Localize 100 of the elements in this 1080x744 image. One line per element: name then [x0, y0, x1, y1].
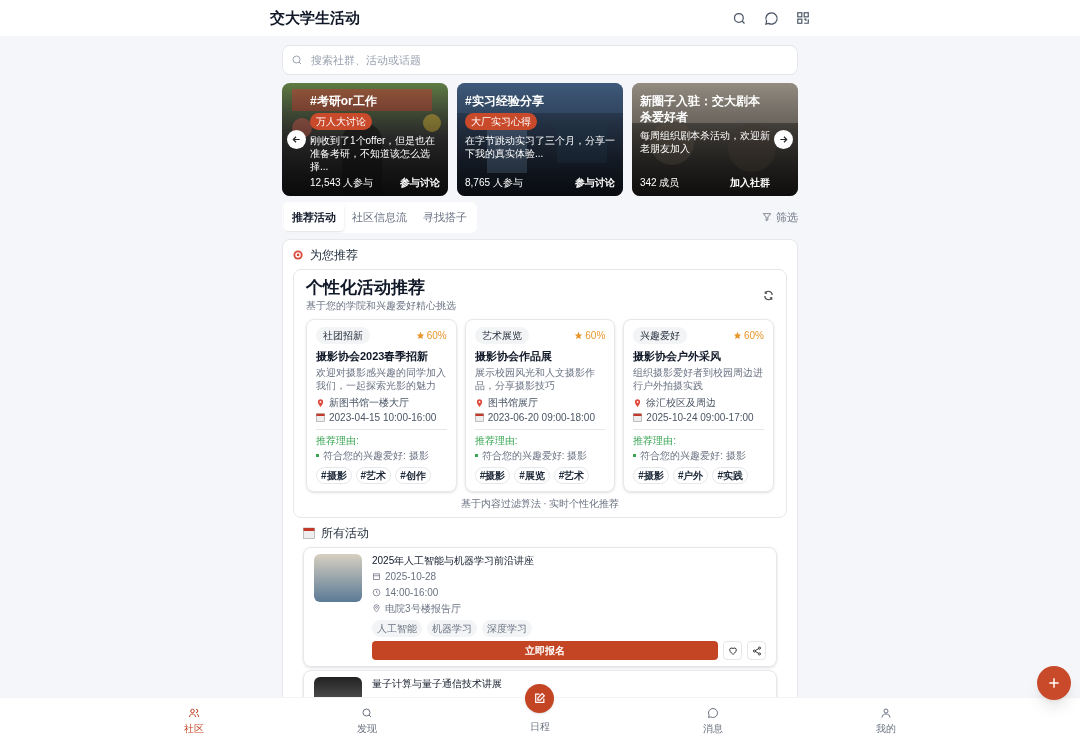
nav-tab[interactable]: 发现	[357, 698, 378, 744]
activity-date: 2025-10-28	[385, 570, 437, 584]
arrow-left-icon	[291, 134, 302, 145]
banner-badge: 万人大讨论	[310, 113, 372, 130]
calendar-icon	[303, 527, 315, 539]
filter-icon	[762, 212, 772, 223]
tab[interactable]: 社区信息流	[344, 204, 415, 231]
qr-code-icon[interactable]	[796, 11, 810, 25]
heart-icon	[727, 645, 738, 656]
banner-text: 刚收到了1个offer，但是也在准备考研，不知道该怎么选择...	[310, 134, 437, 173]
activity-card[interactable]: 艺术展览 60% 摄影协会作品展 展示校园风光和人文摄影作品，分享摄影技巧 图书馆展厅 2023-06-20 09:00-18:00 推荐理由: 符合您的兴趣爱好: 摄影 #摄影 #展览 #艺术	[464, 318, 616, 492]
calendar-icon	[633, 413, 643, 422]
topic-tag[interactable]: 深度学习	[482, 620, 532, 637]
search-icon	[361, 707, 374, 719]
location-pin-icon	[372, 604, 381, 613]
category-tag: 艺术展览	[474, 326, 529, 344]
chat-bubble-icon	[706, 707, 719, 719]
activity-card[interactable]: 兴趣爱好 60% 摄影协会户外采风 组织摄影爱好者到校园周边进行户外拍摄实践 徐汇校区及周边 2025-10-24 09:00-17:00 推荐理由: 符合您的兴趣爱好: 摄影 #摄影 #户外 #实践	[623, 318, 774, 492]
bullet-icon	[316, 454, 319, 457]
activity-title: 量子计算与量子通信技术讲展	[372, 677, 503, 691]
tab[interactable]: 推荐活动	[284, 204, 344, 231]
filter-button[interactable]: 筛选	[762, 209, 798, 226]
calendar-icon	[474, 413, 484, 422]
section-heading: 所有活动	[321, 525, 369, 542]
edit-icon	[533, 692, 547, 705]
banner-action-link[interactable]: 加入社群	[730, 175, 770, 190]
arrow-right-icon	[778, 134, 789, 145]
chat-bubble-icon[interactable]	[764, 10, 779, 26]
activity-title: 2025年人工智能与机器学习前沿讲座	[372, 554, 536, 568]
activity-time: 14:00-16:00	[385, 586, 439, 600]
app-title: 交大学生活动	[270, 7, 360, 28]
activity-location: 图书馆展厅	[487, 396, 538, 410]
card-subtitle: 基于您的学院和兴趣爱好精心挑选	[306, 298, 456, 313]
star-icon	[574, 330, 584, 340]
topic-tag[interactable]: 人工智能	[372, 620, 422, 637]
star-icon	[415, 330, 425, 340]
activity-title: 摄影协会户外采风	[633, 348, 723, 364]
reason-label: 推荐理由:	[633, 434, 678, 448]
banner-badge: 大厂实习心得	[465, 113, 537, 130]
banner-title: 新圈子入驻：交大剧本杀爱好者	[640, 93, 761, 125]
reason-label: 推荐理由:	[474, 434, 519, 448]
banner-text: 在字节跳动实习了三个月，分享一下我的真实体验...	[465, 134, 615, 160]
reason-text: 符合您的兴趣爱好: 摄影	[481, 449, 588, 463]
photo-placeholder	[314, 554, 362, 602]
activity-location: 徐汇校区及周边	[646, 396, 717, 410]
add-button[interactable]	[1037, 666, 1071, 700]
match-score: 60%	[733, 327, 764, 343]
location-pin-icon	[633, 397, 643, 408]
match-score: 60%	[415, 327, 447, 343]
people-icon	[188, 707, 201, 719]
location-pin-icon	[316, 397, 325, 408]
participant-count: 8,765 人参与	[465, 176, 523, 190]
match-score: 60%	[574, 327, 606, 343]
banner-card[interactable]: #考研or工作 万人大讨论 刚收到了1个offer，但是也在准备考研，不知道该怎么选择... 12,543 人参与 参与讨论	[282, 83, 448, 196]
banner-action-link[interactable]: 参与讨论	[575, 175, 615, 190]
activity-card[interactable]: 2025年人工智能与机器学习前沿讲座 2025-10-28 14:00-16:00 电院3号楼报告厅 人工智能 机器学习 深度学习 立即报名	[303, 547, 777, 667]
activity-description: 展示校园风光和人文摄影作品，分享摄影技巧	[474, 366, 596, 392]
category-tag: 社团招新	[316, 326, 370, 344]
nav-tab[interactable]: 社区	[184, 698, 205, 744]
activity-description: 欢迎对摄影感兴趣的同学加入我们，一起探索光影的魅力	[316, 366, 447, 392]
activity-time: 2025-10-24 09:00-17:00	[646, 411, 754, 425]
bullet-icon	[474, 454, 478, 457]
nav-tab[interactable]: 消息	[702, 698, 723, 744]
share-button[interactable]	[747, 641, 766, 660]
card-title: 个性化活动推荐	[306, 277, 426, 298]
star-icon	[733, 330, 742, 340]
banner-card[interactable]: #实习经验分享 大厂实习心得 在字节跳动实习了三个月，分享一下我的真实体验... 8,765 人参与 参与讨论	[457, 83, 623, 196]
plus-icon	[1047, 676, 1061, 690]
activity-location: 新图书馆一楼大厅	[329, 396, 409, 410]
banner-title: #实习经验分享	[465, 93, 544, 109]
share-icon	[751, 645, 762, 656]
activity-place: 电院3号楼报告厅	[385, 602, 461, 616]
activity-time: 2023-06-20 09:00-18:00	[487, 411, 595, 425]
tab[interactable]: 寻找搭子	[415, 204, 475, 231]
user-icon	[879, 707, 892, 719]
section-heading: 为您推荐	[310, 246, 358, 264]
location-pin-icon	[474, 397, 484, 408]
banner-card[interactable]: 新圈子入驻：交大剧本杀爱好者 每周组织剧本杀活动，欢迎新老朋友加入 342 成员 加入社群	[632, 83, 798, 196]
participant-count: 342 成员	[640, 176, 680, 190]
refresh-icon[interactable]	[763, 289, 774, 301]
bullet-icon	[633, 454, 637, 457]
favorite-button[interactable]	[723, 641, 742, 660]
register-button[interactable]: 立即报名	[372, 641, 718, 660]
banner-title: #考研or工作	[310, 93, 377, 109]
activity-time: 2023-04-15 10:00-16:00	[329, 411, 437, 425]
search-icon[interactable]	[732, 10, 747, 26]
target-icon	[293, 249, 304, 260]
activity-card[interactable]: 社团招新 60% 摄影协会2023春季招新 欢迎对摄影感兴趣的同学加入我们，一起探索光影的魅力 新图书馆一楼大厅 2023-04-15 10:00-16:00 推荐理由: 符合您的兴趣爱好: 摄影 #摄影 #艺术 #创作	[306, 318, 457, 492]
calendar-icon	[316, 413, 325, 422]
footer-note: 基于内容过滤算法 · 实时个性化推荐	[459, 497, 621, 511]
calendar-icon	[372, 572, 381, 581]
nav-tab[interactable]: 我的	[875, 698, 896, 744]
activity-title: 摄影协会作品展	[474, 348, 553, 364]
search-field[interactable]: 搜索社群、活动或话题	[282, 45, 798, 75]
topic-tag[interactable]: 机器学习	[427, 620, 477, 637]
banner-action-link[interactable]: 参与讨论	[400, 175, 440, 190]
category-tag: 兴趣爱好	[633, 326, 688, 344]
reason-text: 符合您的兴趣爱好: 摄影	[640, 449, 746, 463]
banner-text: 每周组织剧本杀活动，欢迎新老朋友加入	[640, 129, 770, 155]
reason-text: 符合您的兴趣爱好: 摄影	[323, 449, 429, 463]
